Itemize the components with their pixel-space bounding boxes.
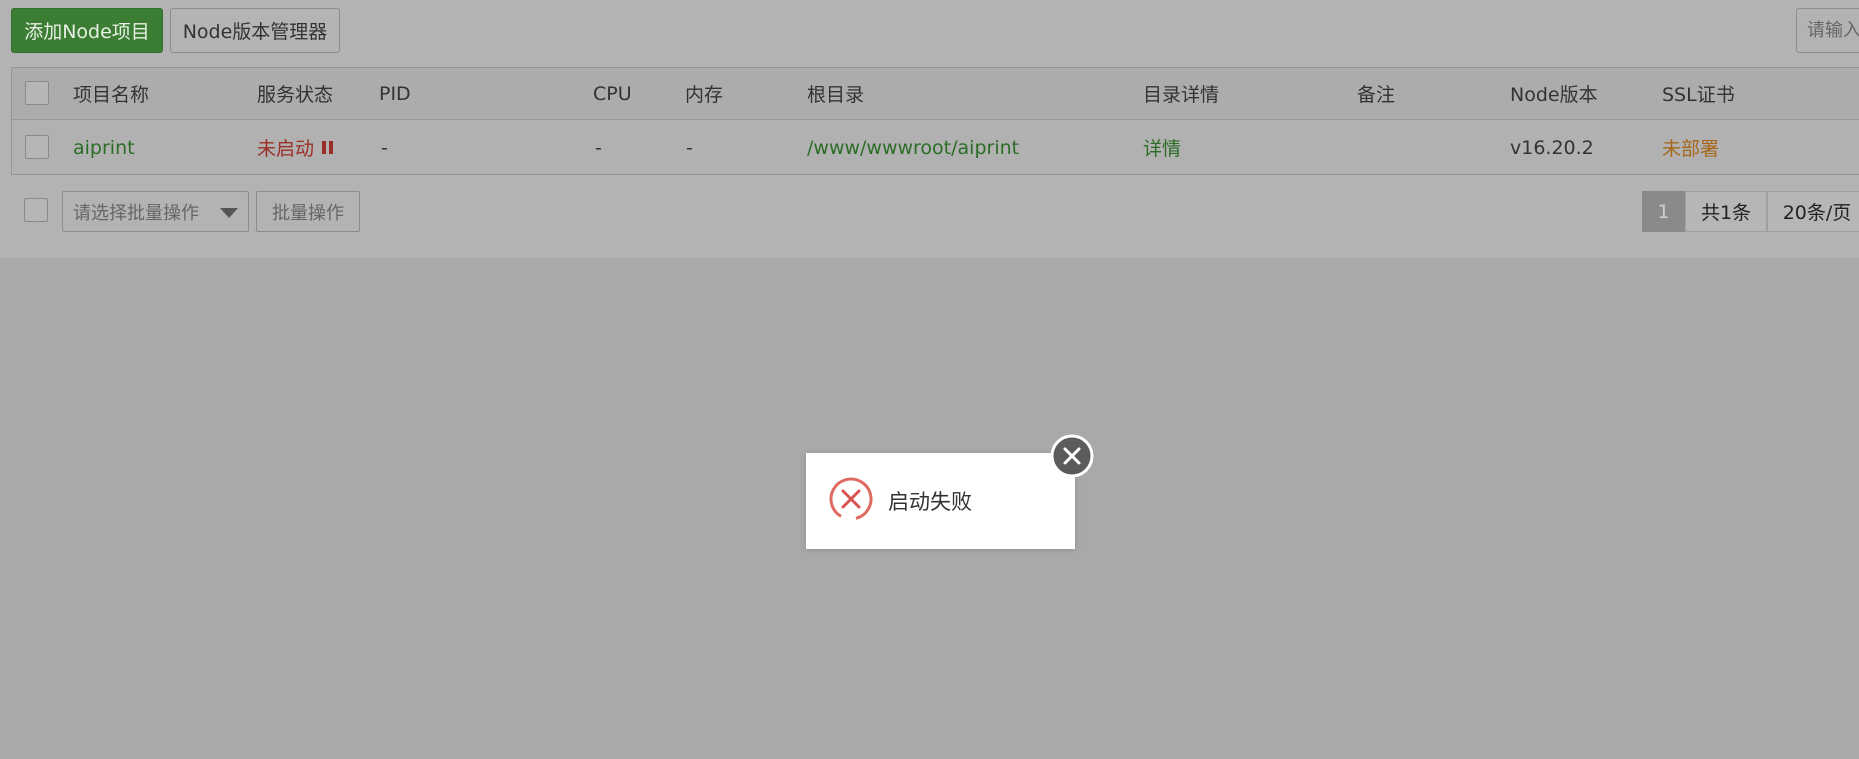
page-total-count: 共1条 [1685,191,1767,232]
column-header-status: 服务状态 [257,84,334,106]
page-size-select[interactable]: 20条/页 [1767,191,1859,232]
pagination: 1 共1条 20条/页 [1642,191,1859,232]
row-checkbox[interactable] [25,135,49,159]
dropdown-triangle-icon [220,208,238,218]
project-name-link[interactable]: aiprint [73,120,135,175]
pid-value: - [381,136,388,159]
column-header-dir-detail: 目录详情 [1143,84,1220,106]
add-node-project-button[interactable]: 添加Node项目 [11,8,163,53]
select-all-checkbox[interactable] [25,81,49,105]
column-header-name: 项目名称 [73,84,150,106]
column-header-node-version: Node版本 [1510,84,1598,106]
close-icon[interactable] [1050,434,1094,478]
page-current[interactable]: 1 [1642,191,1685,232]
dir-detail-link[interactable]: 详情 [1143,120,1181,175]
column-header-note: 备注 [1357,84,1396,106]
cpu-value: - [595,136,602,159]
column-header-memory: 内存 [685,84,724,106]
batch-operation-button[interactable]: 批量操作 [256,191,360,232]
table-header: 项目名称 服务状态 PID CPU 内存 根目录 目录详情 备注 Node版本 … [12,68,1859,120]
table-row: aiprint 未启动 - - - /www/wwwroot/aiprint 详… [12,120,1859,175]
batch-operation-placeholder: 请选择批量操作 [73,202,199,224]
root-dir-link[interactable]: /www/wwwroot/aiprint [807,120,1019,175]
column-header-pid: PID [379,82,411,105]
pause-icon [322,141,334,154]
project-table: 项目名称 服务状态 PID CPU 内存 根目录 目录详情 备注 Node版本 … [11,67,1859,175]
search-input[interactable]: 请输入 [1796,8,1859,53]
error-x-icon [829,477,873,521]
node-version-value: v16.20.2 [1510,136,1594,159]
batch-operation-select[interactable]: 请选择批量操作 [62,191,249,232]
project-panel: 添加Node项目 Node版本管理器 请输入 项目名称 服务状态 PID CPU… [0,0,1859,258]
column-header-cpu: CPU [593,82,632,105]
service-status[interactable]: 未启动 [257,120,334,175]
column-header-root: 根目录 [807,84,865,106]
toast-message: 启动失败 [888,490,972,514]
memory-value: - [686,136,693,159]
footer-select-all-checkbox[interactable] [24,198,48,222]
error-toast: 启动失败 [806,453,1075,549]
ssl-status-link[interactable]: 未部署 [1662,120,1719,175]
node-version-manager-button[interactable]: Node版本管理器 [170,8,340,53]
column-header-ssl: SSL证书 [1662,84,1735,106]
service-status-label: 未启动 [257,138,315,160]
